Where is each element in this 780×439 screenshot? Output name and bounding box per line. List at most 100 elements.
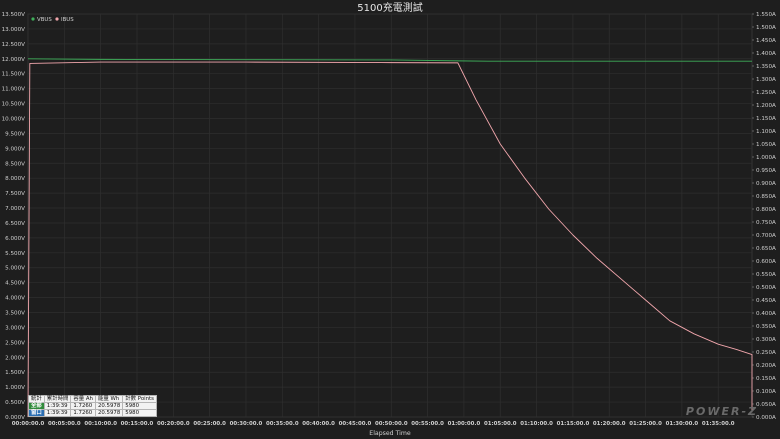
y-right-tick-label: 1.150A: [756, 116, 776, 122]
x-tick-label: 00:05:00.0: [48, 421, 81, 427]
x-tick-label: 00:30:00.0: [230, 421, 263, 427]
y-left-tick-label: 6.500V: [5, 221, 25, 227]
y-right-tick-label: 0.200A: [756, 363, 776, 369]
y-left-tick-label: 11.000V: [2, 87, 26, 93]
y-right-tick-label: 1.000A: [756, 155, 776, 161]
plot-area: [27, 13, 753, 418]
x-tick-label: 00:10:00.0: [84, 421, 117, 427]
y-right-tick-label: 0.950A: [756, 168, 776, 174]
y-left-tick-label: 10.000V: [2, 116, 26, 122]
legend-label-ibus[interactable]: IBUS: [61, 17, 74, 23]
x-tick-label: 00:40:00.0: [302, 421, 335, 427]
y-left-tick-label: 13.500V: [2, 12, 26, 18]
x-tick-label: 00:55:00.0: [411, 421, 444, 427]
y-right-tick-label: 0.000A: [756, 415, 776, 421]
charging-chart: 5100充電測試 0.000V 0.500V 1.000V 1.500V 2.000V 2…: [0, 0, 780, 439]
y-right-tick-label: 0.150A: [756, 376, 776, 382]
y-right-tick-label: 1.350A: [756, 64, 776, 70]
y-right-tick-label: 0.350A: [756, 324, 776, 330]
stats-cell: 20.5978: [94, 409, 124, 417]
y-right-tick-label: 0.750A: [756, 220, 776, 226]
stats-table: 統計 累計時間 容量 Ah 能量 Wh 計數 Points 全部 1:39:39…: [28, 395, 157, 417]
y-right-tick-label: 0.500A: [756, 285, 776, 291]
stats-header-row: 統計 累計時間 容量 Ah 能量 Wh 計數 Points: [28, 395, 157, 403]
y-right-tick-label: 1.050A: [756, 142, 776, 148]
y-right-tick-label: 1.300A: [756, 77, 776, 83]
y-right-tick-label: 0.250A: [756, 350, 776, 356]
y-left-tick-label: 7.500V: [5, 191, 25, 197]
stats-cell: 5980: [122, 402, 157, 410]
stats-header: 計數 Points: [122, 395, 157, 403]
y-right-tick-label: 0.700A: [756, 233, 776, 239]
stats-tag-all[interactable]: 全部: [28, 402, 45, 410]
chart-canvas: 5100充電測試 0.000V0.500V1.000V1.500V2.000V2…: [2, 1, 776, 437]
y-right-tick-label: 1.550A: [756, 12, 776, 18]
y-left-tick-label: 8.000V: [5, 176, 25, 182]
y-left-tick-label: 12.500V: [2, 42, 26, 48]
stats-cell: 1:39:39: [43, 409, 72, 417]
y-right-tick-label: 0.600A: [756, 259, 776, 265]
x-axis: 00:00:00.0 00:05:00.0 00:10:00.0 00:15:00.0…: [12, 421, 735, 427]
y-left-tick-label: 7.000V: [5, 206, 25, 212]
x-tick-label: 01:15:00.0: [557, 421, 590, 427]
stats-cell: 1.7260: [70, 402, 96, 410]
stats-header: 統計: [28, 395, 45, 403]
y-right-tick-label: 0.400A: [756, 311, 776, 317]
x-tick-label: 00:15:00.0: [121, 421, 154, 427]
x-tick-label: 01:10:00.0: [520, 421, 553, 427]
legend-label-vbus[interactable]: VBUS: [37, 17, 52, 23]
y-left-tick-label: 5.500V: [5, 251, 25, 257]
y-right-tick-label: 1.200A: [756, 103, 776, 109]
stats-cell: 1:39:39: [43, 402, 72, 410]
y-left-tick-label: 4.000V: [5, 296, 25, 302]
x-tick-label: 00:00:00.0: [12, 421, 45, 427]
stats-tag-window[interactable]: 窗口: [28, 409, 45, 417]
y-right-tick-label: 1.450A: [756, 38, 776, 44]
stats-cell: 20.5978: [94, 402, 124, 410]
stats-row-all: 全部 1:39:39 1.7260 20.5978 5980: [28, 402, 157, 410]
y-right-tick-label: 1.250A: [756, 90, 776, 96]
stats-row-window: 窗口 1:39:39 1.7260 20.5978 5980: [28, 409, 157, 417]
y-left-tick-label: 13.000V: [2, 27, 26, 33]
stats-cell: 5980: [122, 409, 157, 417]
legend: VBUS IBUS: [31, 17, 74, 23]
y-left-tick-label: 2.000V: [5, 355, 25, 361]
left-y-axis: 0.000V0.500V1.000V1.500V2.000V2.500V3.00…: [2, 12, 26, 421]
y-right-tick-label: 0.800A: [756, 207, 776, 213]
x-tick-label: 00:35:00.0: [266, 421, 299, 427]
y-left-tick-label: 5.000V: [5, 266, 25, 272]
stats-header: 能量 Wh: [94, 395, 124, 403]
right-y-axis: 0.000A 0.050A 0.100A 0.150A 0.200A 0.250A 0.30…: [752, 12, 776, 421]
y-left-tick-label: 11.500V: [2, 72, 26, 78]
y-right-tick-label: 0.450A: [756, 298, 776, 304]
x-tick-label: 01:20:00.0: [593, 421, 626, 427]
y-left-tick-label: 6.000V: [5, 236, 25, 242]
y-left-tick-label: 1.000V: [5, 385, 25, 391]
brand-logo: POWER-Z: [685, 405, 758, 418]
y-left-tick-label: 3.500V: [5, 311, 25, 317]
stats-cell: 1.7260: [70, 409, 96, 417]
y-left-tick-label: 0.500V: [5, 400, 25, 406]
y-left-tick-label: 2.500V: [5, 340, 25, 346]
y-left-tick-label: 8.500V: [5, 161, 25, 167]
stats-header: 容量 Ah: [70, 395, 96, 403]
legend-marker-vbus: [31, 17, 35, 21]
x-tick-label: 00:50:00.0: [375, 421, 408, 427]
chart-title: 5100充電測試: [357, 1, 422, 14]
x-tick-label: 01:35:00.0: [702, 421, 735, 427]
y-right-tick-label: 0.050A: [756, 402, 776, 408]
x-tick-label: 01:30:00.0: [666, 421, 699, 427]
series-line-vbus: [28, 58, 752, 62]
y-left-tick-label: 9.500V: [5, 131, 25, 137]
series-line-ibus: [27, 61, 753, 418]
y-left-tick-label: 10.500V: [2, 102, 26, 108]
y-right-tick-label: 0.850A: [756, 194, 776, 200]
y-left-tick-label: 1.500V: [5, 370, 25, 376]
y-right-tick-label: 1.100A: [756, 129, 776, 135]
x-tick-label: 00:25:00.0: [193, 421, 226, 427]
y-left-tick-label: 12.000V: [2, 57, 26, 63]
x-tick-label: 00:45:00.0: [339, 421, 372, 427]
x-tick-label: 01:25:00.0: [629, 421, 662, 427]
legend-marker-ibus: [55, 17, 59, 21]
x-tick-label: 00:20:00.0: [157, 421, 190, 427]
